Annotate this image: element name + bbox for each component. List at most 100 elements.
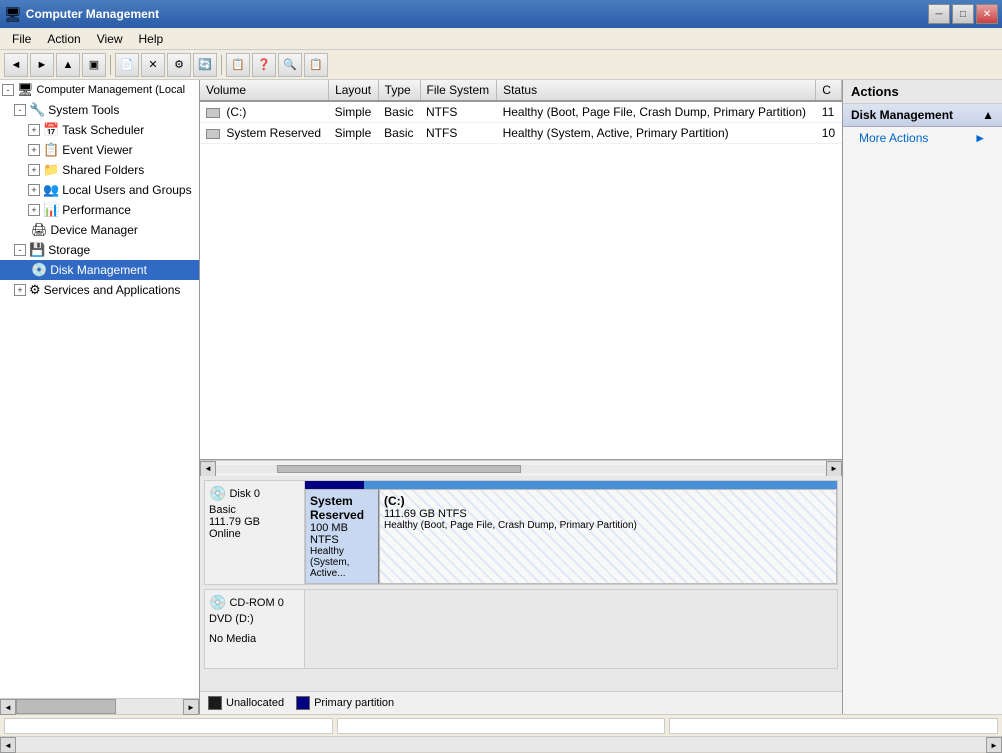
task-scheduler-expand[interactable]: + [28,124,40,136]
main-container: - 🖥 Computer Management (Local - 🔧 Syste… [0,80,1002,714]
shared-folders-expand[interactable]: + [28,164,40,176]
cdrom-0-status: No Media [209,633,300,645]
tree-root[interactable]: - 🖥 Computer Management (Local [0,80,199,100]
delete-button[interactable]: ✕ [141,53,165,77]
menu-bar: File Action View Help [0,28,1002,50]
services-expand[interactable]: + [14,284,26,296]
menu-help[interactable]: Help [131,30,172,48]
system-reserved-size: 100 MB NTFS [310,522,374,546]
refresh-button[interactable]: 🔄 [193,53,217,77]
event-viewer-expand[interactable]: + [28,144,40,156]
task-scheduler-icon: 📅 [43,122,59,138]
tree-event-viewer[interactable]: + 📋 Event Viewer [0,140,199,160]
disk-0-c-drive[interactable]: (C:) 111.69 GB NTFS Healthy (Boot, Page … [379,489,837,584]
window-title: Computer Management [26,7,924,21]
col-layout: Layout [329,80,379,101]
tree-storage[interactable]: - 💾 Storage [0,240,199,260]
table-row[interactable]: System Reserved Simple Basic NTFS Health… [200,123,842,144]
disk-0-row: 💿 Disk 0 Basic 111.79 GB Online [204,480,838,585]
volume-table: Volume Layout Type File System Status C [200,80,842,144]
root-expand[interactable]: - [2,84,14,96]
tree-system-tools[interactable]: - 🔧 System Tools [0,100,199,120]
cdrom-0-content [305,590,837,668]
tree-scroll-right[interactable]: ► [183,699,199,715]
tree-task-scheduler[interactable]: + 📅 Task Scheduler [0,120,199,140]
local-users-icon: 👥 [43,182,59,198]
tree-event-viewer-label: Event Viewer [62,143,132,157]
actions-disk-management-section[interactable]: Disk Management ▲ [843,104,1002,127]
menu-action[interactable]: Action [39,30,88,48]
tree-scroll-thumb[interactable] [16,699,116,714]
tree-scroll-track[interactable] [16,699,183,714]
tree-root-label: Computer Management (Local [37,84,186,96]
table-scroll-track[interactable] [216,465,826,473]
tree-scroll-left[interactable]: ◄ [0,699,16,715]
legend-bar: Unallocated Primary partition [200,691,842,714]
minimize-button[interactable]: ─ [928,4,950,24]
performance-expand[interactable]: + [28,204,40,216]
table-scroll-thumb[interactable] [277,465,521,473]
actions-collapse-icon: ▲ [982,108,994,122]
toolbar: ◄ ► ▲ ▣ 📄 ✕ ⚙ 🔄 📋 ❓ 🔍 📋 [0,50,1002,80]
disk-0-size: 111.79 GB [209,516,300,528]
tree-shared-folders[interactable]: + 📁 Shared Folders [0,160,199,180]
storage-expand[interactable]: - [14,244,26,256]
disk-0-bar [305,481,837,489]
cell-capacity: 10 [816,123,842,144]
maximize-button[interactable]: □ [952,4,974,24]
close-button[interactable]: ✕ [976,4,998,24]
tree-hscroll[interactable]: ◄ ► [0,698,199,714]
tree-device-manager[interactable]: 🖨 Device Manager [0,220,199,240]
disk-0-bar-system [305,481,364,489]
menu-view[interactable]: View [89,30,131,48]
bottom-scroll-right[interactable]: ► [986,737,1002,753]
system-tools-expand[interactable]: - [14,104,26,116]
bottom-scroll-left[interactable]: ◄ [0,737,16,753]
menu-file[interactable]: File [4,30,39,48]
toolbar-sep-1 [110,55,111,75]
up-button[interactable]: ▲ [56,53,80,77]
table-scroll-right[interactable]: ► [826,461,842,477]
shared-folders-icon: 📁 [43,162,59,178]
tree-local-users-label: Local Users and Groups [62,183,191,197]
actions-more-actions[interactable]: More Actions ► [843,127,1002,149]
system-tools-icon: 🔧 [29,102,45,118]
table-hscroll[interactable]: ◄ ► [200,460,842,476]
table-row[interactable]: (C:) Simple Basic NTFS Healthy (Boot, Pa… [200,101,842,123]
search-button[interactable]: 🔍 [278,53,302,77]
tree-disk-management[interactable]: 💿 Disk Management [0,260,199,280]
event-viewer-icon: 📋 [43,142,59,158]
tree-services-label: Services and Applications [44,283,181,297]
legend-unallocated: Unallocated [208,696,284,710]
tree-performance[interactable]: + 📊 Performance [0,200,199,220]
cell-fs: NTFS [420,123,497,144]
primary-color [296,696,310,710]
new-button[interactable]: 📄 [115,53,139,77]
back-button[interactable]: ◄ [4,53,28,77]
bottom-scrollbar[interactable]: ◄ ► [0,736,1002,752]
table-scroll-left[interactable]: ◄ [200,461,216,477]
cell-type: Basic [378,101,420,123]
export-button[interactable]: 📋 [226,53,250,77]
properties-button[interactable]: ⚙ [167,53,191,77]
system-reserved-name: System Reserved [310,494,374,522]
tree-local-users[interactable]: + 👥 Local Users and Groups [0,180,199,200]
cell-capacity: 11 [816,101,842,123]
tree-services[interactable]: + ⚙ Services and Applications [0,280,199,300]
cell-status: Healthy (Boot, Page File, Crash Dump, Pr… [497,101,816,123]
more-actions-arrow: ► [974,131,986,145]
local-users-expand[interactable]: + [28,184,40,196]
forward-button[interactable]: ► [30,53,54,77]
cdrom-0-row: 💿 CD-ROM 0 DVD (D:) No Media [204,589,838,669]
help-button[interactable]: ❓ [252,53,276,77]
filter-button[interactable]: 📋 [304,53,328,77]
services-icon: ⚙ [29,282,41,298]
window-controls: ─ □ ✕ [928,4,998,24]
performance-icon: 📊 [43,202,59,218]
show-hide-button[interactable]: ▣ [82,53,106,77]
bottom-scroll-track[interactable] [16,737,986,752]
disk-0-system-reserved[interactable]: System Reserved 100 MB NTFS Healthy (Sys… [305,489,379,584]
cdrom-0-type: DVD (D:) [209,613,300,625]
cdrom-0-label: 💿 CD-ROM 0 DVD (D:) No Media [205,590,305,668]
tree-storage-label: Storage [48,243,90,257]
